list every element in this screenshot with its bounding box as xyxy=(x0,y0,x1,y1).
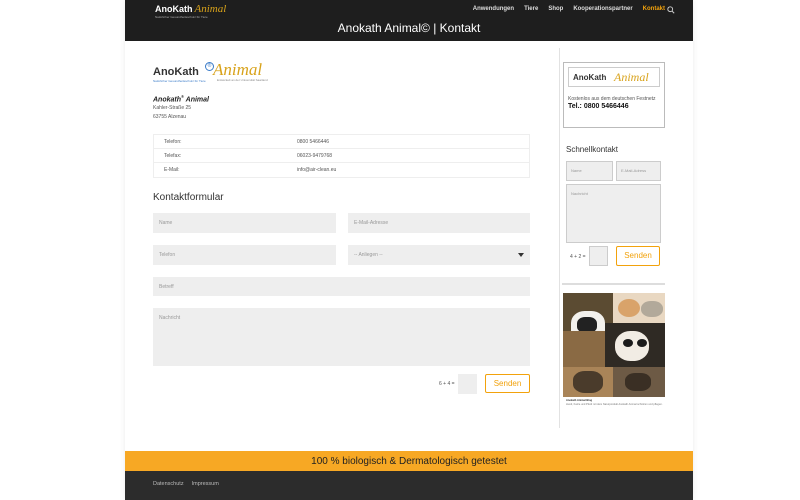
brand-name-suffix: Animal xyxy=(185,96,209,104)
email-input[interactable]: E-Mail-Adresse xyxy=(348,213,530,233)
contact-label: Telefon: xyxy=(164,138,182,145)
submit-button[interactable]: Senden xyxy=(485,374,530,393)
phone-input[interactable]: Telefon xyxy=(153,245,336,265)
hotline-card: AnoKath Animal Kostenlos aus dem deutsch… xyxy=(563,62,665,128)
sidebar-separator xyxy=(562,283,665,285)
address-street: Kahler-Straße 25 xyxy=(153,105,192,112)
nav-item-shop[interactable]: Shop xyxy=(548,6,563,12)
footer-link-impressum[interactable]: Impressum xyxy=(192,481,219,487)
concern-select[interactable]: -- Anliegen -- xyxy=(348,245,530,265)
address-city: 63755 Alzenau xyxy=(153,114,187,121)
contact-row-fax: Telefax: 06023-9479768 xyxy=(154,149,529,164)
photo-caption-body: Hund, Katze und Pferd mit dem Naturprodu… xyxy=(566,403,663,406)
company-logo: AnoKath ® Animal Natürlicher Gesundheits… xyxy=(153,58,530,88)
hotline-note: Kostenlos aus dem deutschen Festnetz xyxy=(568,96,656,102)
photo-caption-title[interactable]: Anokath Animal Blog xyxy=(566,399,592,402)
hotline-phone[interactable]: Tel.: 0800 5466446 xyxy=(568,103,660,110)
company-logo-sub-right: Entwickelt an der Universität Saarland xyxy=(217,78,268,82)
card-logo: AnoKath Animal xyxy=(568,67,660,87)
main-content: AnoKath ® Animal Natürlicher Gesundheits… xyxy=(153,58,530,203)
contact-row-email: E-Mail: info@air-clean.eu xyxy=(154,163,529,177)
contact-value[interactable]: 0800 5466446 xyxy=(297,139,529,145)
promo-banner: 100 % biologisch & Dermatologisch getest… xyxy=(125,451,693,471)
pet-collage-image[interactable] xyxy=(563,293,665,397)
page-title: Anokath Animal© | Kontakt xyxy=(337,21,481,35)
logo-text-anokath: AnoKath xyxy=(155,4,193,14)
contact-value: 06023-9479768 xyxy=(297,152,333,159)
promo-banner-text: 100 % biologisch & Dermatologisch getest… xyxy=(311,456,507,467)
site-container: AnoKath Animal Natürlicher Gesundheitssc… xyxy=(125,0,693,500)
company-logo-sub-left: Natürlicher Gesundheitsschutz für Tiere xyxy=(153,79,206,83)
nav-item-kooperationspartner[interactable]: Kooperationspartner xyxy=(573,6,632,12)
logo-tagline: Natürlicher Gesundheitsschutz für Tiere xyxy=(155,15,208,19)
photo-caption: Anokath Animal Blog Hund, Katze und Pfer… xyxy=(566,399,664,407)
quick-contact-title: Schnellkontakt xyxy=(566,145,619,154)
contact-value[interactable]: info@air-clean.eu xyxy=(297,167,529,173)
page-title-bar: Anokath Animal© | Kontakt xyxy=(125,22,693,41)
concern-select-value: -- Anliegen -- xyxy=(354,252,383,258)
site-logo[interactable]: AnoKath Animal Natürlicher Gesundheitssc… xyxy=(155,3,226,19)
brand-name-main: Anokath xyxy=(153,96,181,104)
page: AnoKath Animal Natürlicher Gesundheitssc… xyxy=(0,0,800,500)
footer-link-datenschutz[interactable]: Datenschutz xyxy=(153,481,184,487)
contact-row-phone: Telefon: 0800 5466446 xyxy=(154,135,529,150)
company-address: Kahler-Straße 25 63755 Alzenau xyxy=(153,104,530,122)
nav-item-tiere[interactable]: Tiere xyxy=(524,6,538,12)
chevron-down-icon xyxy=(518,253,524,257)
contact-table: Telefon: 0800 5466446 Telefax: 06023-947… xyxy=(153,134,530,179)
search-icon[interactable] xyxy=(667,6,675,14)
card-logo-animal: Animal xyxy=(614,70,649,84)
captcha-question: 6 + 4 = xyxy=(439,381,455,387)
quick-email-input[interactable]: E-Mail-Adress xyxy=(616,161,661,181)
nav-item-kontakt[interactable]: Kontakt xyxy=(643,6,665,12)
nav-item-anwendungen[interactable]: Anwendungen xyxy=(473,6,514,12)
company-logo-animal: Animal xyxy=(213,60,263,79)
main-nav: Anwendungen Tiere Shop Kooperationspartn… xyxy=(473,6,665,12)
sidebar-divider xyxy=(559,48,560,428)
quick-captcha-input[interactable] xyxy=(589,246,608,266)
logo-text-animal: Animal xyxy=(194,3,227,15)
quick-message-textarea[interactable]: Nachricht xyxy=(566,184,661,243)
site-footer: Datenschutz Impressum xyxy=(125,471,693,500)
top-navigation-bar: AnoKath Animal Natürlicher Gesundheitssc… xyxy=(125,0,693,22)
contact-label: Telefax: xyxy=(164,152,182,159)
company-logo-anokath: AnoKath xyxy=(153,66,199,78)
quick-name-input[interactable]: Name xyxy=(566,161,613,181)
captcha-input[interactable] xyxy=(458,374,477,394)
brand-name: Anokath® Animal xyxy=(153,94,209,104)
contact-form-title: Kontaktformular xyxy=(153,192,224,204)
name-input[interactable]: Name xyxy=(153,213,336,233)
card-logo-anokath: AnoKath xyxy=(573,73,607,82)
quick-submit-button[interactable]: Senden xyxy=(616,246,660,266)
footer-links: Datenschutz Impressum xyxy=(153,481,219,487)
contact-label: E-Mail: xyxy=(164,167,180,174)
message-textarea[interactable]: Nachricht xyxy=(153,308,530,366)
subject-input[interactable]: Betreff xyxy=(153,277,530,296)
quick-captcha-question: 4 + 2 = xyxy=(570,254,586,260)
